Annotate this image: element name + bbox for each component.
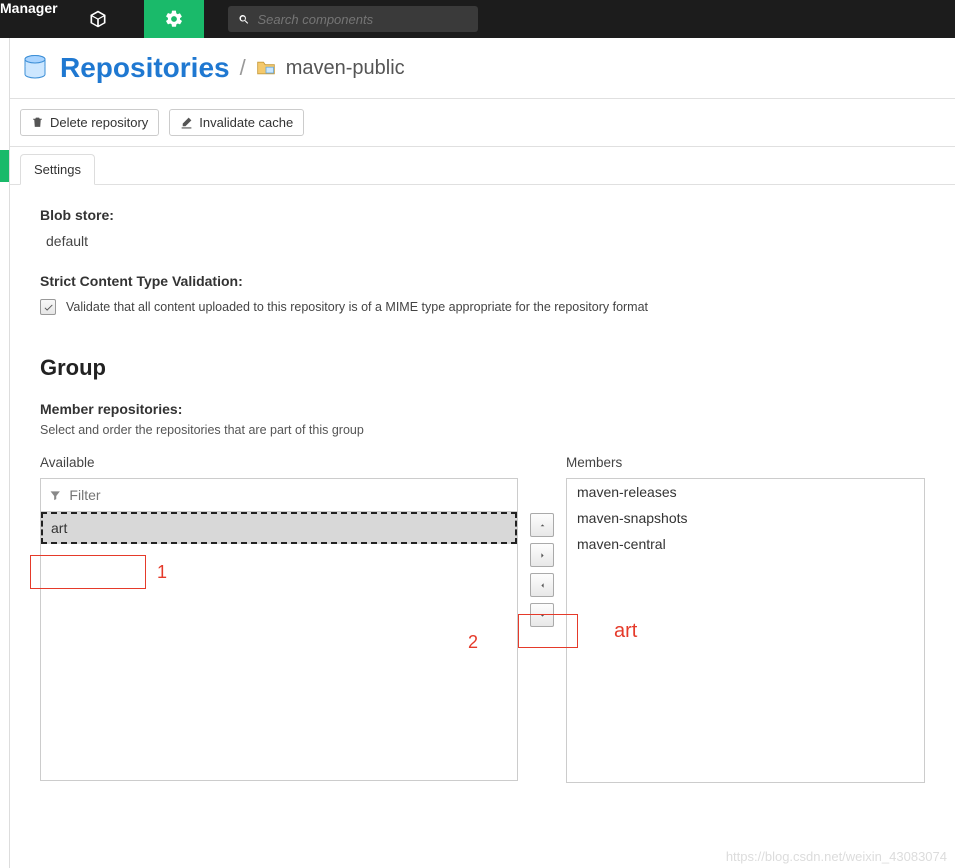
list-item[interactable]: maven-releases	[567, 479, 924, 505]
strict-validation-row: Validate that all content uploaded to th…	[40, 299, 925, 315]
trash-icon	[31, 116, 44, 129]
strict-validation-label: Strict Content Type Validation:	[40, 273, 925, 289]
filter-icon	[49, 489, 61, 502]
transfer-buttons	[522, 455, 562, 627]
list-item[interactable]: maven-central	[567, 531, 924, 557]
available-column: Available art	[40, 455, 518, 781]
move-top-button[interactable]	[530, 513, 554, 537]
invalidate-cache-button[interactable]: Invalidate cache	[169, 109, 304, 136]
tab-settings[interactable]: Settings	[20, 154, 95, 185]
list-item[interactable]: maven-snapshots	[567, 505, 924, 531]
chevron-right-icon	[538, 551, 547, 560]
list-item[interactable]: art	[41, 512, 517, 544]
folder-icon	[256, 59, 276, 77]
chevron-left-icon	[538, 581, 547, 590]
filter-input[interactable]	[69, 487, 509, 503]
move-right-button[interactable]	[530, 543, 554, 567]
breadcrumb-page: maven-public	[286, 57, 405, 80]
move-bottom-button[interactable]	[530, 603, 554, 627]
search-icon	[238, 13, 250, 26]
chevron-down-icon	[538, 611, 547, 620]
available-list[interactable]: art	[40, 511, 518, 781]
blob-store-label: Blob store:	[40, 207, 925, 223]
cube-nav-button[interactable]	[72, 0, 124, 38]
search-input[interactable]	[257, 12, 467, 27]
dual-list: Available art	[40, 455, 925, 783]
invalidate-cache-label: Invalidate cache	[199, 115, 293, 130]
search-box[interactable]	[228, 6, 478, 32]
move-left-button[interactable]	[530, 573, 554, 597]
topbar: Manager	[0, 0, 955, 38]
member-repos-desc: Select and order the repositories that a…	[40, 423, 925, 437]
members-heading: Members	[566, 455, 925, 470]
strict-validation-desc: Validate that all content uploaded to th…	[66, 300, 648, 314]
cube-icon	[88, 9, 108, 29]
delete-repository-button[interactable]: Delete repository	[20, 109, 159, 136]
members-column: Members maven-releases maven-snapshots m…	[566, 455, 925, 783]
breadcrumb: Repositories / maven-public	[10, 38, 955, 99]
watermark: https://blog.csdn.net/weixin_43083074	[726, 849, 947, 864]
group-heading: Group	[40, 355, 925, 381]
chevron-up-icon	[538, 521, 547, 530]
breadcrumb-separator: /	[240, 55, 246, 81]
brand-text: Manager	[0, 0, 72, 24]
member-repos-label: Member repositories:	[40, 401, 925, 417]
breadcrumb-section[interactable]: Repositories	[60, 52, 230, 84]
tabs-row: Settings	[10, 147, 955, 185]
action-bar: Delete repository Invalidate cache	[10, 99, 955, 147]
settings-body: Blob store: default Strict Content Type …	[10, 185, 955, 805]
blob-store-value: default	[40, 233, 925, 249]
left-green-indicator	[0, 150, 9, 182]
delete-repository-label: Delete repository	[50, 115, 148, 130]
admin-gear-button[interactable]	[144, 0, 204, 38]
main-panel: Repositories / maven-public Delete repos…	[9, 38, 955, 868]
check-icon	[43, 302, 54, 313]
members-list[interactable]: maven-releases maven-snapshots maven-cen…	[566, 478, 925, 783]
database-icon	[20, 53, 50, 83]
available-heading: Available	[40, 455, 518, 470]
strict-validation-checkbox[interactable]	[40, 299, 56, 315]
gear-icon	[164, 9, 184, 29]
filter-box[interactable]	[40, 478, 518, 512]
eraser-icon	[180, 116, 193, 129]
